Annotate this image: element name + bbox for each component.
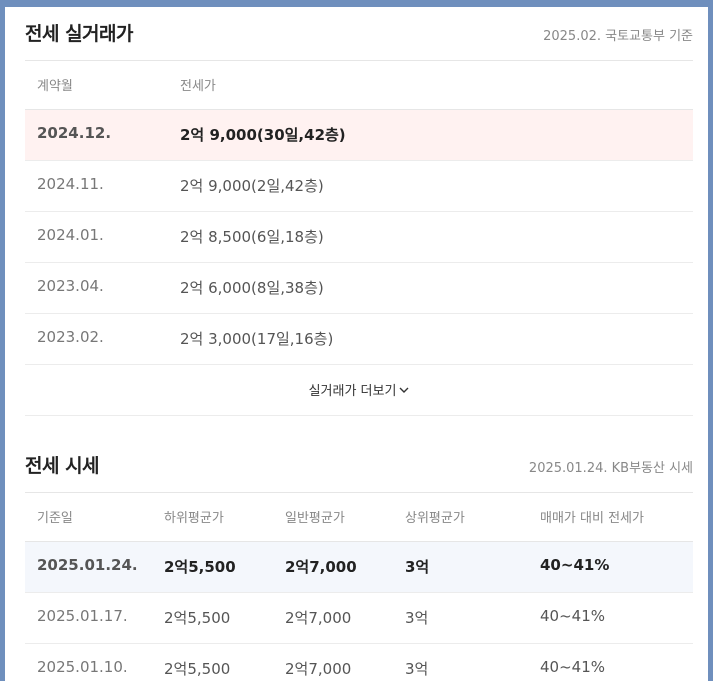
column-header-general-average: 일반평균가 [285, 511, 345, 526]
contract-month: 2023.02. [37, 328, 104, 346]
rent-history-column-headers: 계약월 전세가 [25, 61, 693, 110]
rent-price: 2억 9,000(30일,42층) [180, 126, 346, 144]
table-row[interactable]: 2023.02. 2억 3,000(17일,16층) [25, 314, 693, 365]
rent-history-section: 전세 실거래가 2025.02. 국토교통부 기준 계약월 전세가 2024.1… [25, 7, 693, 416]
more-transactions-label: 실거래가 더보기 [308, 384, 397, 399]
table-row[interactable]: 2025.01.17. 2억5,500 2억7,000 3억 40~41% [25, 593, 693, 644]
rent-price: 2억 9,000(2일,42층) [180, 177, 324, 195]
rent-price: 2억 3,000(17일,16층) [180, 330, 334, 348]
high-average-price: 3억 [405, 660, 429, 678]
general-average-price: 2억7,000 [285, 558, 357, 576]
rent-ratio: 40~41% [540, 607, 605, 625]
table-row[interactable]: 2025.01.10. 2억5,500 2억7,000 3억 40~41% [25, 644, 693, 681]
low-average-price: 2억5,500 [164, 558, 236, 576]
contract-month: 2024.01. [37, 226, 104, 244]
column-header-high-average: 상위평균가 [405, 511, 465, 526]
contract-month: 2024.12. [37, 124, 112, 142]
column-header-contract-month: 계약월 [37, 79, 73, 94]
market-price-source: 2025.01.24. KB부동산 시세 [528, 461, 693, 476]
table-row[interactable]: 2023.04. 2억 6,000(8일,38층) [25, 263, 693, 314]
table-row[interactable]: 2025.01.24. 2억5,500 2억7,000 3억 40~41% [25, 542, 693, 593]
general-average-price: 2억7,000 [285, 660, 352, 678]
column-header-rent-price: 전세가 [180, 79, 216, 94]
contract-month: 2023.04. [37, 277, 104, 295]
more-row: 실거래가 더보기 [25, 365, 693, 416]
low-average-price: 2억5,500 [164, 609, 231, 627]
column-header-low-average: 하위평균가 [164, 511, 224, 526]
more-transactions-button[interactable]: 실거래가 더보기 [309, 380, 410, 399]
general-average-price: 2억7,000 [285, 609, 352, 627]
market-price-column-headers: 기준일 하위평균가 일반평균가 상위평균가 매매가 대비 전세가 [25, 493, 693, 542]
rent-history-header: 전세 실거래가 2025.02. 국토교통부 기준 [25, 7, 693, 61]
column-header-base-date: 기준일 [37, 511, 73, 526]
contract-month: 2024.11. [37, 175, 104, 193]
rent-history-source: 2025.02. 국토교통부 기준 [543, 29, 693, 44]
column-header-rent-ratio: 매매가 대비 전세가 [540, 511, 644, 526]
high-average-price: 3억 [405, 609, 429, 627]
base-date: 2025.01.10. [37, 658, 128, 676]
rent-ratio: 40~41% [540, 556, 610, 574]
content-panel: 전세 실거래가 2025.02. 국토교통부 기준 계약월 전세가 2024.1… [5, 7, 708, 681]
high-average-price: 3억 [405, 558, 430, 576]
rent-price: 2억 8,500(6일,18층) [180, 228, 324, 246]
market-price-title: 전세 시세 [25, 455, 100, 477]
base-date: 2025.01.17. [37, 607, 128, 625]
rent-price: 2억 6,000(8일,38층) [180, 279, 324, 297]
chevron-down-icon [399, 383, 409, 398]
rent-history-title: 전세 실거래가 [25, 23, 134, 45]
market-price-header: 전세 시세 2025.01.24. KB부동산 시세 [25, 439, 693, 493]
market-price-section: 전세 시세 2025.01.24. KB부동산 시세 기준일 하위평균가 일반평… [25, 439, 693, 681]
table-row[interactable]: 2024.12. 2억 9,000(30일,42층) [25, 110, 693, 161]
table-row[interactable]: 2024.11. 2억 9,000(2일,42층) [25, 161, 693, 212]
base-date: 2025.01.24. [37, 556, 138, 574]
rent-ratio: 40~41% [540, 658, 605, 676]
table-row[interactable]: 2024.01. 2억 8,500(6일,18층) [25, 212, 693, 263]
low-average-price: 2억5,500 [164, 660, 231, 678]
